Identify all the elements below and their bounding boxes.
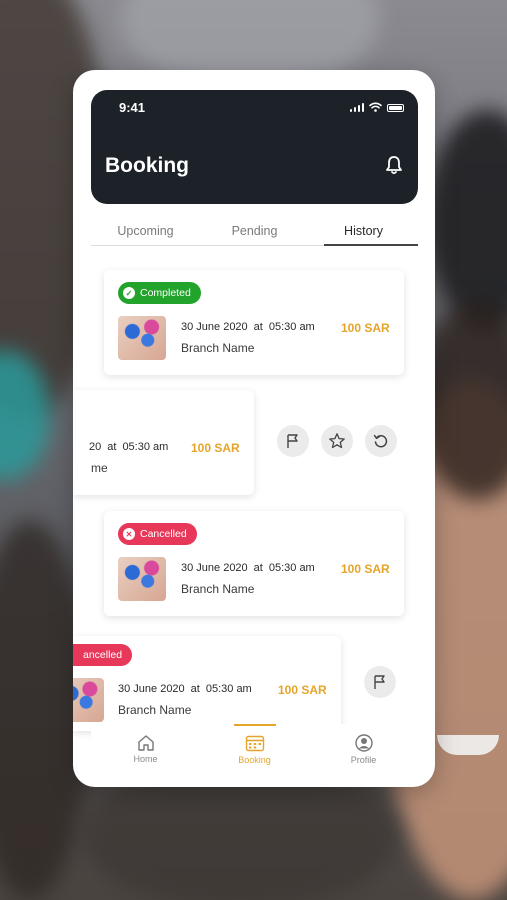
branch-name: Branch Name xyxy=(118,703,192,717)
status-label: Completed xyxy=(140,287,191,299)
nav-profile[interactable]: Profile xyxy=(309,724,418,770)
tab-upcoming[interactable]: Upcoming xyxy=(91,216,200,245)
booking-card-swiped[interactable]: ancelled 30 June 2020 at 05:30 am 100 SAR … xyxy=(73,636,341,731)
branch-name: Branch Name xyxy=(181,582,255,596)
notification-bell-icon[interactable] xyxy=(383,154,405,176)
rate-button[interactable] xyxy=(321,425,353,457)
star-icon xyxy=(329,433,345,449)
status-badge: ancelled xyxy=(73,644,133,666)
nav-booking[interactable]: Booking xyxy=(200,724,309,770)
bottom-navigation: Home Booking Profile xyxy=(91,724,418,770)
status-icons xyxy=(349,102,404,112)
booking-tabs: Upcoming Pending History xyxy=(91,216,418,246)
nav-label: Profile xyxy=(350,755,377,765)
rebook-button[interactable] xyxy=(365,425,397,457)
check-icon: ✓ xyxy=(123,287,135,299)
service-thumbnail xyxy=(118,316,166,360)
flag-icon xyxy=(374,675,385,689)
branch-name: me xyxy=(91,461,108,475)
page-title: Booking xyxy=(105,154,189,177)
booking-price: 100 SAR xyxy=(278,683,327,697)
refresh-icon xyxy=(373,434,388,448)
booking-price: 100 SAR xyxy=(191,441,240,455)
booking-datetime: 30 June 2020 at 05:30 am xyxy=(181,321,315,333)
booking-card[interactable]: ✓ Completed 30 June 2020 at 05:30 am 100 S… xyxy=(104,270,404,375)
profile-icon xyxy=(354,734,373,752)
status-badge: ✓ Completed xyxy=(118,282,201,304)
report-button[interactable] xyxy=(364,666,396,698)
service-thumbnail xyxy=(73,678,104,722)
status-badge: ✕ Cancelled xyxy=(118,523,197,545)
app-header: 9:41 Booking xyxy=(91,90,418,204)
booking-price: 100 SAR xyxy=(341,321,390,335)
nav-home[interactable]: Home xyxy=(91,724,200,770)
nav-label: Home xyxy=(133,754,158,764)
booking-datetime: 20 at 05:30 am xyxy=(89,441,169,453)
booking-card-swiped[interactable]: 20 at 05:30 am 100 SAR me xyxy=(73,390,254,495)
home-icon xyxy=(137,735,154,751)
booking-card[interactable]: ✕ Cancelled 30 June 2020 at 05:30 am 100 S… xyxy=(104,511,404,616)
close-icon: ✕ xyxy=(123,528,135,540)
nav-label: Booking xyxy=(238,755,271,765)
phone-screen: 9:41 Booking Upcoming Pending History ✓ … xyxy=(73,70,435,787)
status-time: 9:41 xyxy=(119,100,146,115)
branch-name: Branch Name xyxy=(181,341,255,355)
booking-datetime: 30 June 2020 at 05:30 am xyxy=(118,683,252,695)
signal-icon xyxy=(349,103,364,112)
status-label: ancelled xyxy=(83,649,123,661)
tab-pending[interactable]: Pending xyxy=(200,216,309,245)
report-button[interactable] xyxy=(277,425,309,457)
battery-icon xyxy=(387,104,404,112)
tab-history[interactable]: History xyxy=(309,216,418,246)
flag-icon xyxy=(287,434,298,448)
status-label: Cancelled xyxy=(140,528,187,540)
calendar-icon xyxy=(245,735,264,752)
booking-price: 100 SAR xyxy=(341,562,390,576)
booking-datetime: 30 June 2020 at 05:30 am xyxy=(181,562,315,574)
service-thumbnail xyxy=(118,557,166,601)
wifi-icon xyxy=(369,102,382,112)
